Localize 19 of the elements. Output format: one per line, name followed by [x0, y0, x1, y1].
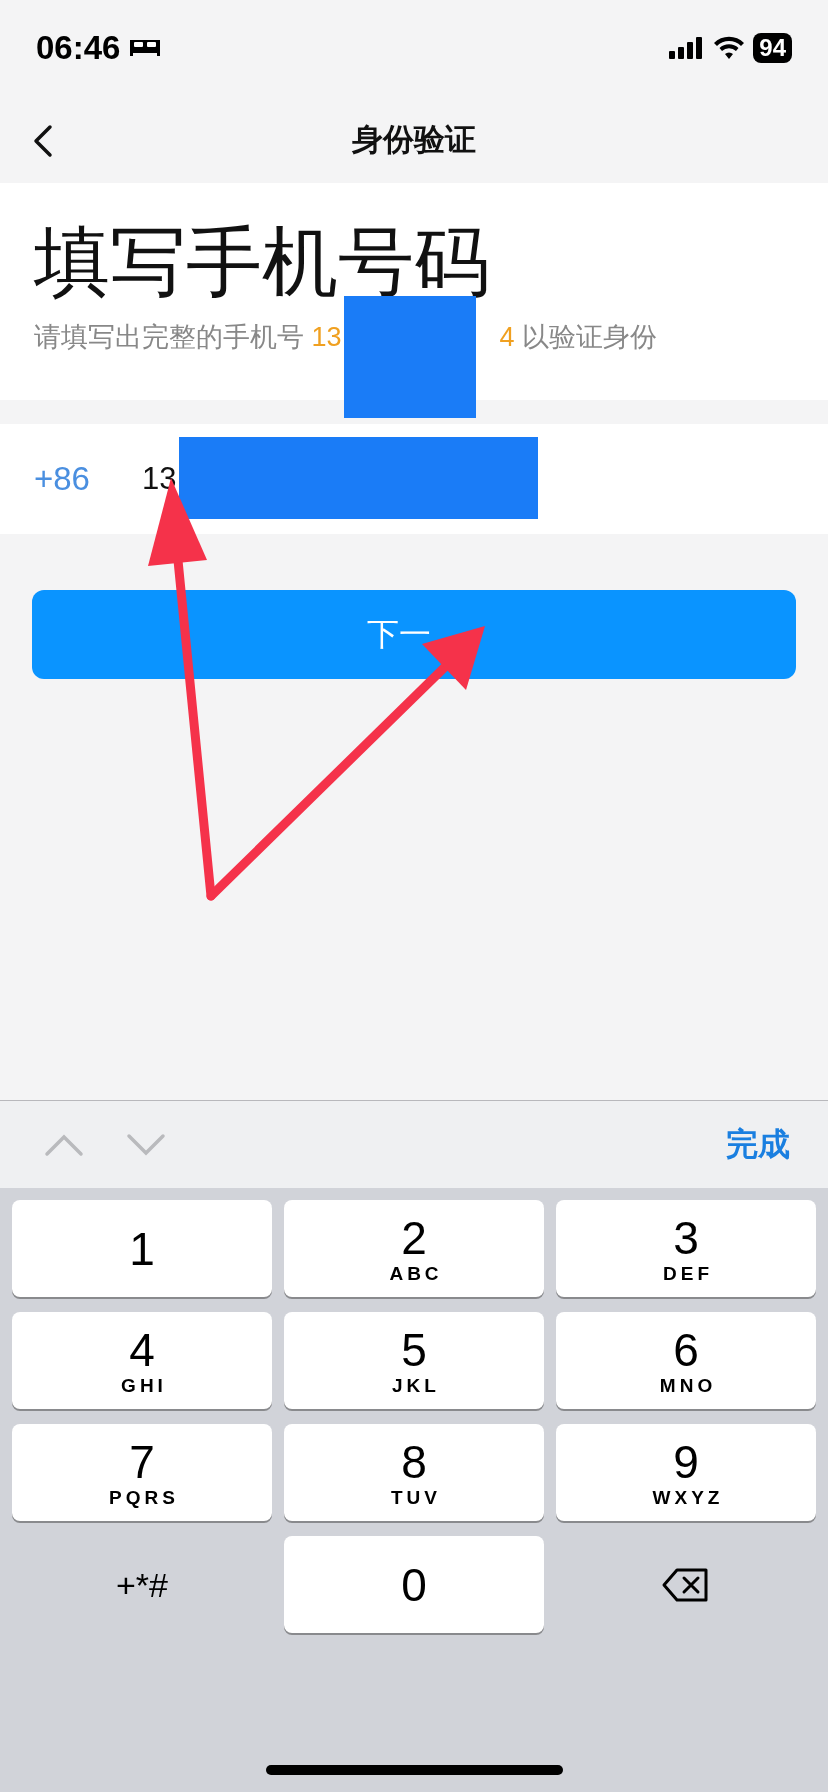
done-button[interactable]: 完成: [726, 1122, 790, 1167]
number-key[interactable]: 4 GHI: [12, 1312, 272, 1409]
number-key[interactable]: 3 DEF: [556, 1200, 816, 1297]
number-key[interactable]: 1: [12, 1200, 272, 1297]
instruction-text: 请填写出完整的手机号 13 4 以验证身份: [34, 321, 659, 354]
number-key[interactable]: 5 JKL: [284, 1312, 544, 1409]
number-key[interactable]: 2 ABC: [284, 1200, 544, 1297]
number-key[interactable]: 7 PQRS: [12, 1424, 272, 1521]
number-key[interactable]: 6 MNO: [556, 1312, 816, 1409]
number-key[interactable]: 9 WXYZ: [556, 1424, 816, 1521]
battery-level: 94: [753, 33, 792, 63]
number-key[interactable]: 0: [284, 1536, 544, 1633]
heading: 填写手机号码: [34, 218, 491, 306]
status-time: 06:46: [36, 29, 121, 67]
symbols-key[interactable]: +*#: [12, 1536, 272, 1633]
wifi-icon: [713, 36, 746, 60]
number-key[interactable]: 8 TUV: [284, 1424, 544, 1521]
backspace-icon: [662, 1566, 710, 1603]
page-title: 身份验证: [352, 120, 476, 159]
